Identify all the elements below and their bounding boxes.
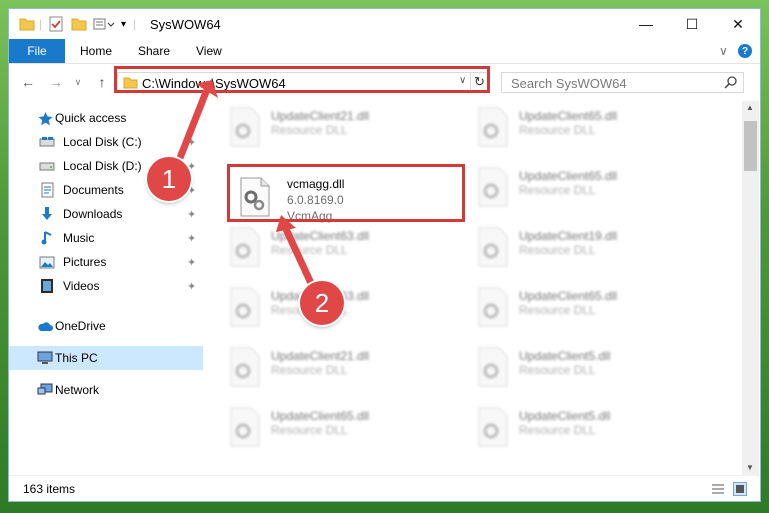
step-1-marker: 1 [147, 157, 191, 201]
step-2-marker: 2 [300, 281, 344, 325]
annotation-arrows [172, 80, 320, 298]
